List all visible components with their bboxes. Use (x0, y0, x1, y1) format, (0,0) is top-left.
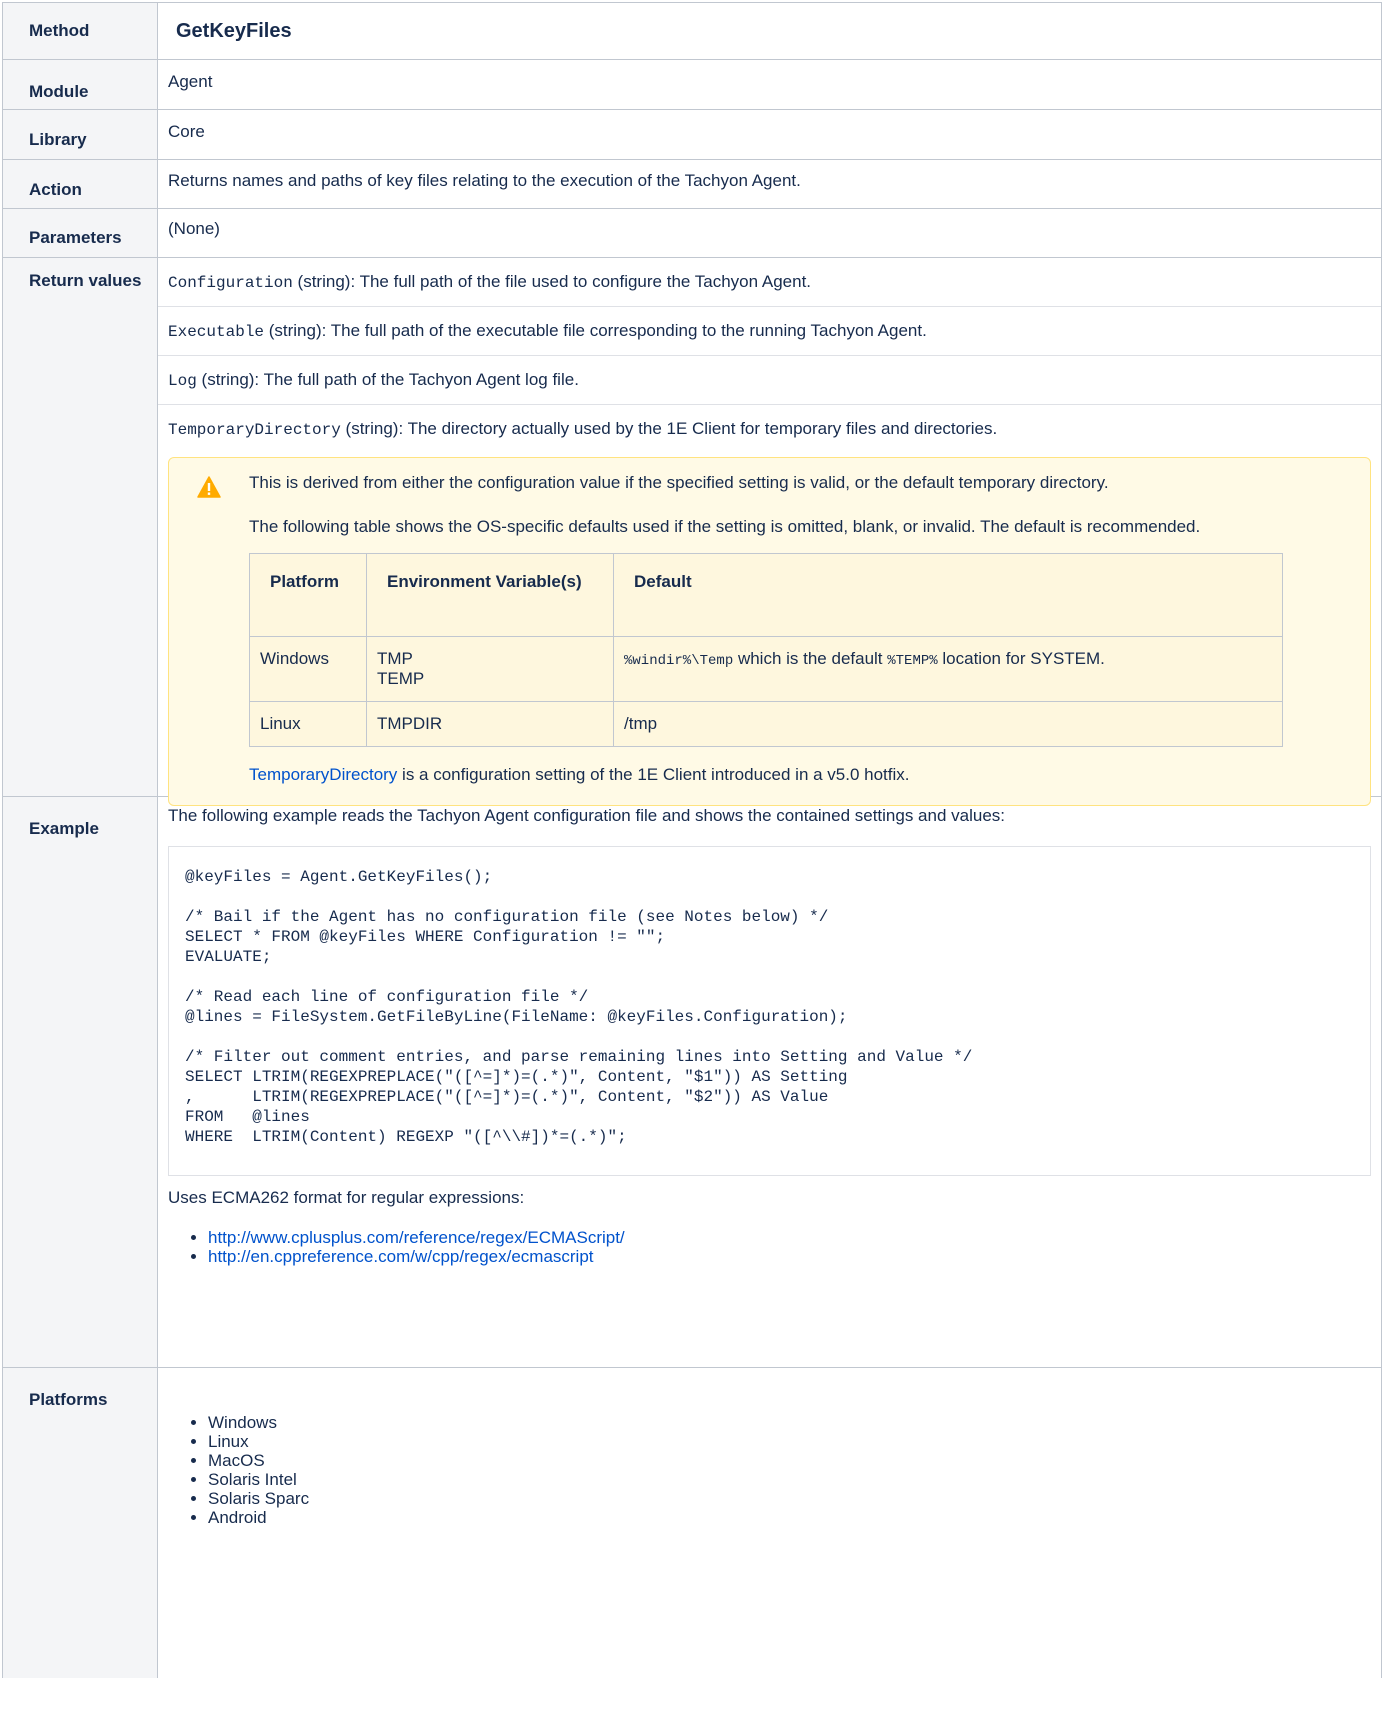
return-value-name: Configuration (168, 274, 293, 292)
method-reference-table: Method GetKeyFiles Module Agent Library … (2, 2, 1382, 1678)
library-value: Core (158, 110, 1382, 159)
platforms-list: Windows Linux MacOS Solaris Intel Solari… (158, 1413, 1381, 1527)
method-row: Method GetKeyFiles (2, 2, 1382, 60)
return-value-desc: (string): The full path of the executabl… (264, 321, 927, 340)
return-value-executable: Executable (string): The full path of th… (158, 307, 1381, 356)
code-block: @keyFiles = Agent.GetKeyFiles(); /* Bail… (168, 846, 1371, 1176)
return-value-name: TemporaryDirectory (168, 421, 341, 439)
list-item: Solaris Sparc (208, 1489, 1381, 1508)
module-value: Agent (158, 60, 1382, 109)
library-row: Library Core (2, 110, 1382, 160)
parameters-row: Parameters (None) (2, 209, 1382, 258)
example-content: The following example reads the Tachyon … (158, 797, 1382, 1367)
env-vars-cell: TMP TEMP (366, 636, 614, 702)
platform-cell: Windows (249, 636, 367, 702)
warning-icon (197, 476, 221, 498)
return-value-desc: (string): The full path of the file used… (292, 272, 812, 291)
list-item: Solaris Intel (208, 1470, 1381, 1489)
column-header-platform: Platform (249, 553, 367, 637)
os-defaults-header-row: Platform Environment Variable(s) Default (249, 553, 1283, 637)
return-value-name: Executable (168, 323, 265, 341)
warning-panel: This is derived from either the configur… (168, 457, 1371, 806)
return-values-row: Return values Configuration (string): Th… (2, 258, 1382, 806)
default-cell: /tmp (613, 701, 1283, 747)
return-value-desc: (string): The directory actually used by… (340, 419, 998, 438)
default-text: location for SYSTEM. (937, 649, 1105, 668)
env-var: TMP (377, 649, 413, 668)
action-row: Action Returns names and paths of key fi… (2, 160, 1382, 209)
default-cell: %windir%\Temp which is the default %TEMP… (613, 636, 1283, 702)
regex-links-list: http://www.cplusplus.com/reference/regex… (158, 1228, 1381, 1266)
return-value-configuration: Configuration (string): The full path of… (158, 258, 1381, 307)
return-value-desc: (string): The full path of the Tachyon A… (196, 370, 579, 389)
regex-note: Uses ECMA262 format for regular expressi… (168, 1188, 525, 1207)
default-code: %TEMP% (887, 653, 938, 669)
platforms-label: Platforms (2, 1368, 158, 1678)
table-row: Windows TMP TEMP %windir%\Temp which is t… (249, 636, 1283, 702)
module-row: Module Agent (2, 60, 1382, 110)
env-var: TEMP (377, 669, 425, 688)
return-values-label: Return values (2, 258, 158, 796)
env-vars-cell: TMPDIR (366, 701, 614, 747)
cplusplus-link[interactable]: http://www.cplusplus.com/reference/regex… (208, 1228, 625, 1247)
parameters-label: Parameters (2, 209, 158, 257)
example-label: Example (2, 797, 158, 1367)
list-item: http://www.cplusplus.com/reference/regex… (208, 1228, 1381, 1247)
platforms-content: Windows Linux MacOS Solaris Intel Solari… (158, 1368, 1382, 1678)
default-code: %windir%\Temp (624, 653, 734, 669)
method-name: GetKeyFiles (158, 3, 1382, 59)
column-header-env-vars: Environment Variable(s) (366, 553, 614, 637)
table-row: Linux TMPDIR /tmp (249, 701, 1283, 747)
list-item: MacOS (208, 1451, 1381, 1470)
return-value-temporary-directory: TemporaryDirectory (string): The directo… (158, 405, 1381, 453)
parameters-value: (None) (158, 209, 1382, 257)
warning-footer: TemporaryDirectory is a configuration se… (249, 764, 1350, 785)
return-value-name: Log (168, 372, 197, 390)
list-item: Linux (208, 1432, 1381, 1451)
example-row: Example The following example reads the … (2, 797, 1382, 1368)
column-header-default: Default (613, 553, 1283, 637)
default-text: which is the default (733, 649, 888, 668)
method-label: Method (2, 3, 158, 59)
platform-cell: Linux (249, 701, 367, 747)
list-item: Android (208, 1508, 1381, 1527)
example-intro: The following example reads the Tachyon … (168, 806, 1006, 825)
platforms-row: Platforms Windows Linux MacOS Solaris In… (2, 1368, 1382, 1678)
module-label: Module (2, 60, 158, 109)
action-label: Action (2, 160, 158, 208)
action-value: Returns names and paths of key files rel… (158, 160, 1382, 208)
warning-footer-text: is a configuration setting of the 1E Cli… (397, 765, 910, 784)
list-item: http://en.cppreference.com/w/cpp/regex/e… (208, 1247, 1381, 1266)
list-item: Windows (208, 1413, 1381, 1432)
library-label: Library (2, 110, 158, 159)
warning-text-1: This is derived from either the configur… (249, 473, 1109, 492)
return-value-log: Log (string): The full path of the Tachy… (158, 356, 1381, 405)
os-defaults-table: Platform Environment Variable(s) Default… (249, 553, 1283, 747)
temporary-directory-link[interactable]: TemporaryDirectory (249, 765, 397, 784)
warning-text-2: The following table shows the OS-specifi… (249, 517, 1201, 536)
return-values-content: Configuration (string): The full path of… (158, 258, 1382, 806)
cppreference-link[interactable]: http://en.cppreference.com/w/cpp/regex/e… (208, 1247, 594, 1266)
